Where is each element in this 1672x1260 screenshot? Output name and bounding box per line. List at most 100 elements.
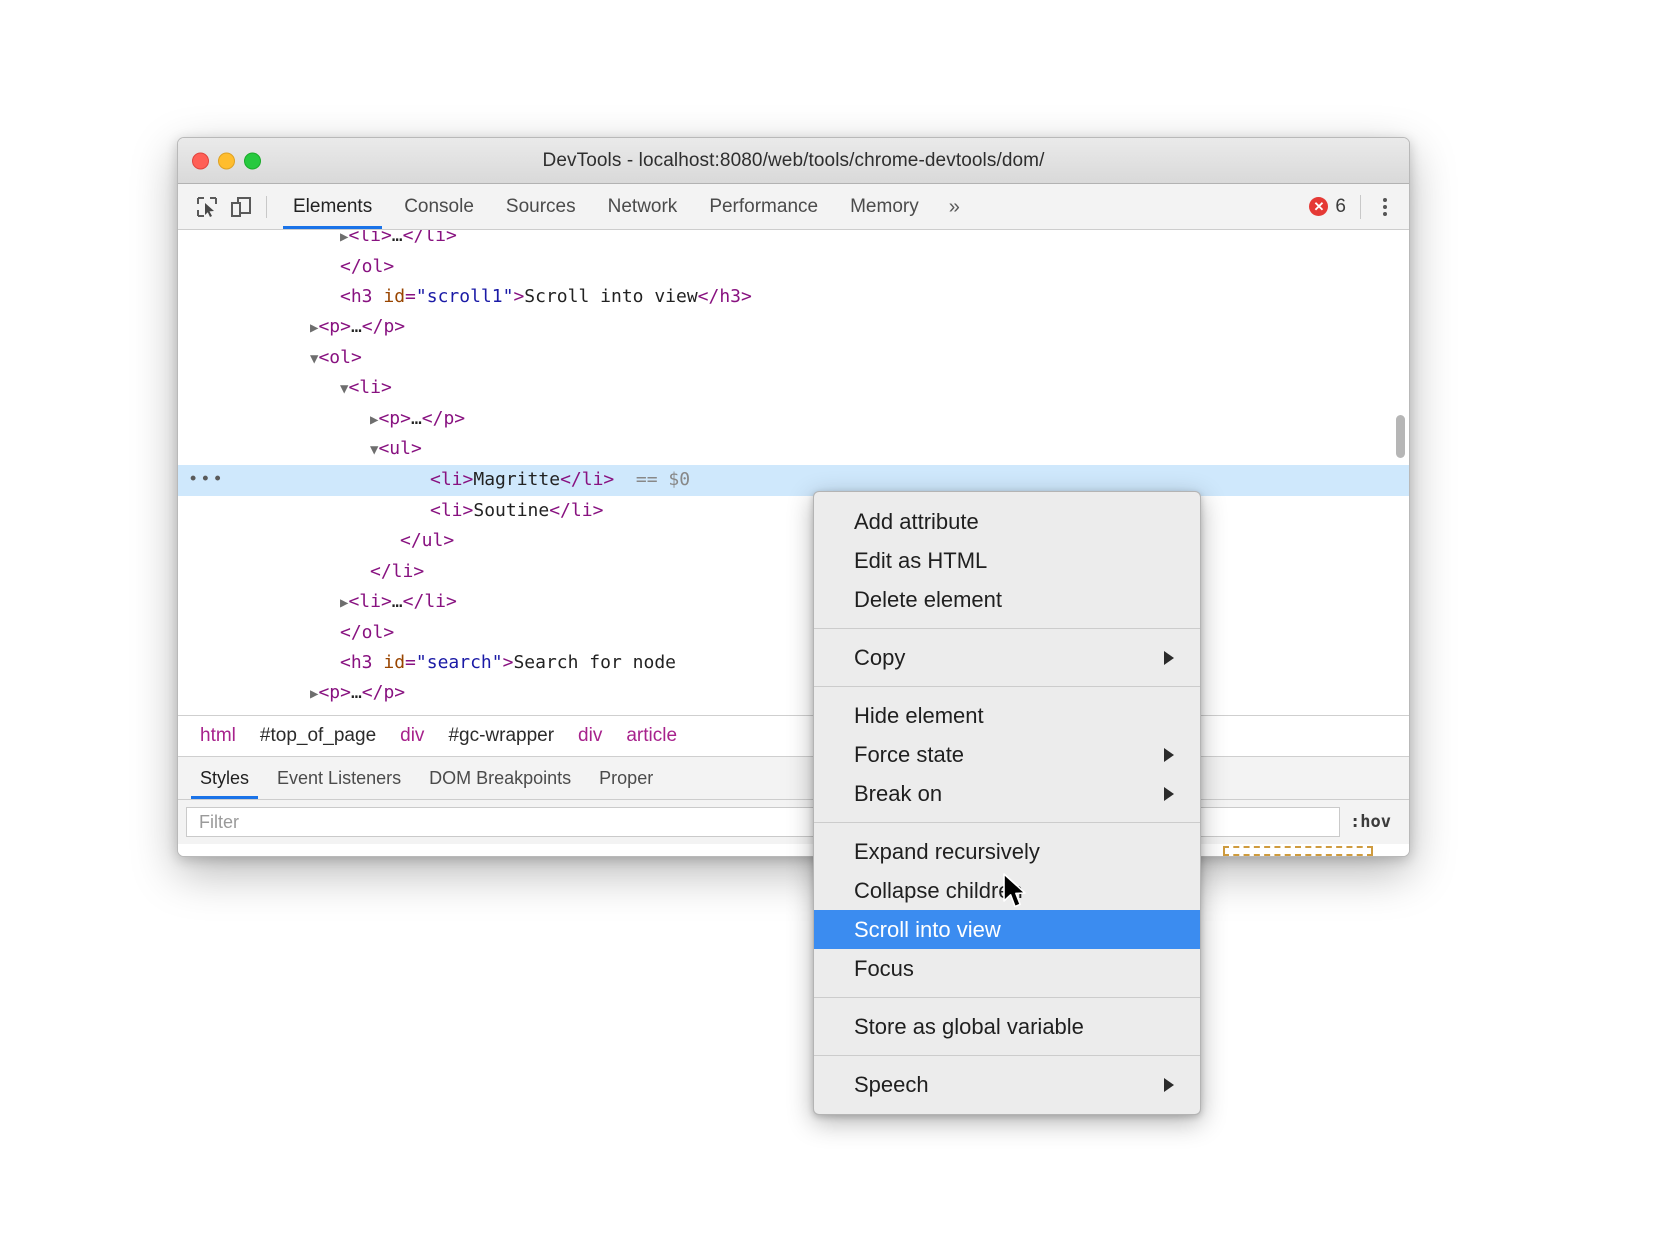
menu-item-label: Edit as HTML: [854, 548, 987, 574]
dom-row[interactable]: ▼<ul>: [178, 435, 1409, 466]
tab-memory[interactable]: Memory: [834, 184, 935, 229]
dom-token: </li>: [403, 591, 457, 612]
menu-item-add-attribute[interactable]: Add attribute: [814, 502, 1200, 541]
more-options-icon[interactable]: [1375, 198, 1395, 216]
hov-toggle[interactable]: :hov: [1340, 812, 1401, 832]
menu-item-focus[interactable]: Focus: [814, 949, 1200, 988]
dom-token: <ol>: [318, 347, 361, 368]
more-tabs-icon[interactable]: »: [935, 197, 974, 217]
dom-token: <li>: [430, 469, 473, 490]
dom-row[interactable]: <h3 id="search">Search for node: [178, 648, 1409, 679]
dom-row[interactable]: ▼<li>: [178, 374, 1409, 405]
tab-dom-breakpoints[interactable]: DOM Breakpoints: [415, 757, 585, 799]
dom-token: =: [405, 652, 416, 673]
dom-row[interactable]: </ol>: [178, 618, 1409, 649]
vertical-scrollbar[interactable]: [1396, 415, 1405, 458]
dom-row-content: <li>Soutine</li>: [178, 496, 603, 527]
dom-token: </li>: [370, 561, 424, 582]
menu-item-store-as-global-variable[interactable]: Store as global variable: [814, 1007, 1200, 1046]
dom-token: </ul>: [400, 530, 454, 551]
close-button[interactable]: [192, 152, 209, 169]
breadcrumb-item[interactable]: html: [188, 725, 248, 747]
dom-row[interactable]: ▶<p>…</p>: [178, 404, 1409, 435]
menu-item-hide-element[interactable]: Hide element: [814, 696, 1200, 735]
menu-item-expand-recursively[interactable]: Expand recursively: [814, 832, 1200, 871]
tab-properties[interactable]: Proper: [585, 757, 667, 799]
menu-item-scroll-into-view[interactable]: Scroll into view: [814, 910, 1200, 949]
row-overflow-badge: •••: [188, 472, 225, 489]
dom-token: <ol>: [318, 713, 361, 717]
dom-row-content: ▶<p>…</p>: [178, 404, 465, 436]
tab-console[interactable]: Console: [388, 184, 490, 229]
dom-token: </h3>: [698, 286, 752, 307]
dom-row[interactable]: ▶<ol>…</ol>: [178, 709, 1409, 716]
tab-styles[interactable]: Styles: [186, 757, 263, 799]
panel-tabs: Elements Console Sources Network Perform…: [277, 184, 974, 229]
dom-row[interactable]: ▶<p>…</p>: [178, 679, 1409, 710]
tab-network[interactable]: Network: [592, 184, 694, 229]
menu-item-label: Force state: [854, 742, 964, 768]
dom-token: …: [392, 591, 403, 612]
window-title: DevTools - localhost:8080/web/tools/chro…: [178, 150, 1409, 172]
dom-row-content: <h3 id="scroll1">Scroll into view</h3>: [178, 282, 752, 313]
minimize-button[interactable]: [218, 152, 235, 169]
menu-item-delete-element[interactable]: Delete element: [814, 580, 1200, 619]
menu-item-copy[interactable]: Copy: [814, 638, 1200, 677]
dom-token: <li>: [348, 230, 391, 246]
error-icon: ✕: [1309, 197, 1328, 216]
dom-row-content: ▶<p>…</p>: [178, 678, 405, 710]
tab-sources[interactable]: Sources: [490, 184, 592, 229]
dom-row[interactable]: </ul>: [178, 526, 1409, 557]
dom-token: </li>: [560, 469, 614, 490]
dom-token: == $0: [614, 469, 690, 490]
screenshot-root: DevTools - localhost:8080/web/tools/chro…: [0, 0, 1672, 1260]
style-highlight-box: [1223, 846, 1373, 856]
dom-tree-pane[interactable]: ▶<li>…</li></ol><h3 id="scroll1">Scroll …: [178, 230, 1409, 716]
breadcrumb-item[interactable]: div: [566, 725, 614, 747]
tab-performance[interactable]: Performance: [693, 184, 834, 229]
submenu-arrow-icon: [1164, 1078, 1174, 1092]
dom-token: </li>: [403, 230, 457, 246]
zoom-button[interactable]: [244, 152, 261, 169]
menu-separator: [814, 1055, 1200, 1056]
menu-item-label: Delete element: [854, 587, 1002, 613]
breadcrumb-item[interactable]: #gc-wrapper: [436, 725, 566, 747]
inspect-element-icon[interactable]: [190, 190, 224, 224]
dom-token: <p>: [378, 408, 411, 429]
dom-row[interactable]: </ol>: [178, 252, 1409, 283]
dom-token: …: [362, 713, 373, 717]
breadcrumb-item[interactable]: article: [614, 725, 689, 747]
tab-event-listeners[interactable]: Event Listeners: [263, 757, 415, 799]
breadcrumb-item[interactable]: div: [388, 725, 436, 747]
dom-row[interactable]: ▶<p>…</p>: [178, 313, 1409, 344]
dom-row[interactable]: </li>: [178, 557, 1409, 588]
dom-row-selected[interactable]: •••<li>Magritte</li> == $0: [178, 465, 1409, 496]
menu-separator: [814, 686, 1200, 687]
menu-item-edit-as-html[interactable]: Edit as HTML: [814, 541, 1200, 580]
menu-item-break-on[interactable]: Break on: [814, 774, 1200, 813]
dom-row[interactable]: ▶<li>…</li>: [178, 230, 1409, 252]
breadcrumb-item[interactable]: #top_of_page: [248, 725, 388, 747]
dom-row[interactable]: <li>Soutine</li>: [178, 496, 1409, 527]
menu-item-label: Hide element: [854, 703, 984, 729]
tab-elements[interactable]: Elements: [277, 184, 388, 229]
dom-row-content: ▶<ol>…</ol>: [178, 709, 427, 717]
error-badge[interactable]: ✕ 6: [1309, 196, 1346, 218]
dom-token: <p>: [318, 682, 351, 703]
dom-row[interactable]: ▶<li>…</li>: [178, 587, 1409, 618]
menu-item-label: Copy: [854, 645, 905, 671]
dom-row-content: <h3 id="search">Search for node: [178, 648, 676, 679]
menu-item-speech[interactable]: Speech: [814, 1065, 1200, 1104]
dom-row[interactable]: <h3 id="scroll1">Scroll into view</h3>: [178, 282, 1409, 313]
dom-row[interactable]: ▼<ol>: [178, 343, 1409, 374]
toolbar-right: ✕ 6: [1309, 195, 1399, 219]
device-toolbar-icon[interactable]: [224, 190, 258, 224]
menu-item-label: Add attribute: [854, 509, 979, 535]
menu-item-label: Speech: [854, 1072, 929, 1098]
devtools-window: DevTools - localhost:8080/web/tools/chro…: [177, 137, 1410, 857]
menu-item-collapse-children[interactable]: Collapse children: [814, 871, 1200, 910]
dom-token: </p>: [422, 408, 465, 429]
menu-item-force-state[interactable]: Force state: [814, 735, 1200, 774]
dom-token: id: [383, 286, 405, 307]
menu-item-label: Expand recursively: [854, 839, 1040, 865]
